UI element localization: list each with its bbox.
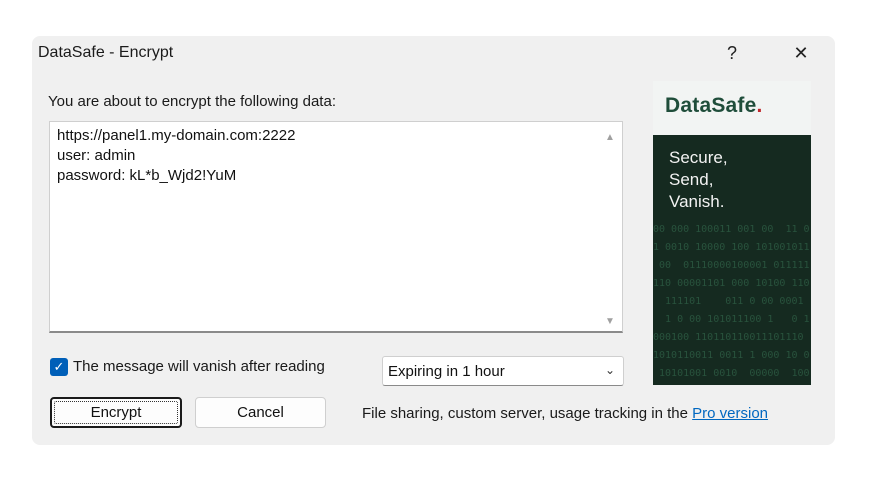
- banner-tagline: Secure, Send, Vanish.: [669, 148, 728, 211]
- title-bar: DataSafe - Encrypt ? ✕: [32, 36, 835, 70]
- checkmark-icon: ✓: [53, 359, 65, 374]
- scroll-down-arrow-icon[interactable]: ▼: [602, 314, 618, 328]
- cancel-button[interactable]: Cancel: [195, 397, 326, 428]
- pro-promo-text: File sharing, custom server, usage track…: [362, 405, 768, 422]
- data-line: user: admin: [57, 147, 136, 164]
- window-title: DataSafe - Encrypt: [38, 44, 174, 61]
- expiry-select[interactable]: Expiring in 1 hour ⌄: [382, 356, 624, 386]
- chevron-down-icon: ⌄: [604, 363, 615, 377]
- pro-version-link[interactable]: Pro version: [692, 405, 768, 422]
- vanish-label[interactable]: The message will vanish after reading: [73, 358, 325, 375]
- data-line: password: kL*b_Wjd2!YuM: [57, 167, 237, 184]
- encrypt-prompt: You are about to encrypt the following d…: [48, 93, 336, 110]
- question-mark-icon: ?: [726, 42, 737, 63]
- datasafe-banner: DataSafe. Secure, Send, Vanish. 00 000 1…: [653, 81, 811, 385]
- help-button[interactable]: ?: [712, 36, 752, 70]
- data-text: https://panel1.my-domain.com:2222 user: …: [57, 126, 295, 186]
- expiry-value: Expiring in 1 hour: [388, 363, 505, 380]
- banner-body: Secure, Send, Vanish. 00 000 100011 001 …: [653, 135, 811, 385]
- close-icon: ✕: [793, 42, 809, 63]
- data-textarea[interactable]: https://panel1.my-domain.com:2222 user: …: [49, 121, 623, 333]
- data-line: https://panel1.my-domain.com:2222: [57, 127, 296, 144]
- pro-promo-label: File sharing, custom server, usage track…: [362, 405, 693, 422]
- binary-pattern: 00 000 100011 001 00 11 0 1 0010 10000 1…: [653, 224, 810, 379]
- scroll-up-arrow-icon[interactable]: ▲: [602, 130, 618, 144]
- banner-header: DataSafe.: [653, 81, 811, 135]
- encrypt-button[interactable]: Encrypt: [50, 397, 182, 428]
- cancel-button-label: Cancel: [237, 404, 284, 421]
- vanish-checkbox[interactable]: ✓: [50, 358, 68, 376]
- close-button[interactable]: ✕: [778, 36, 824, 70]
- encrypt-dialog: DataSafe - Encrypt ? ✕ You are about to …: [32, 36, 835, 445]
- brand-logo: DataSafe.: [665, 94, 763, 117]
- focus-ring: [54, 401, 178, 424]
